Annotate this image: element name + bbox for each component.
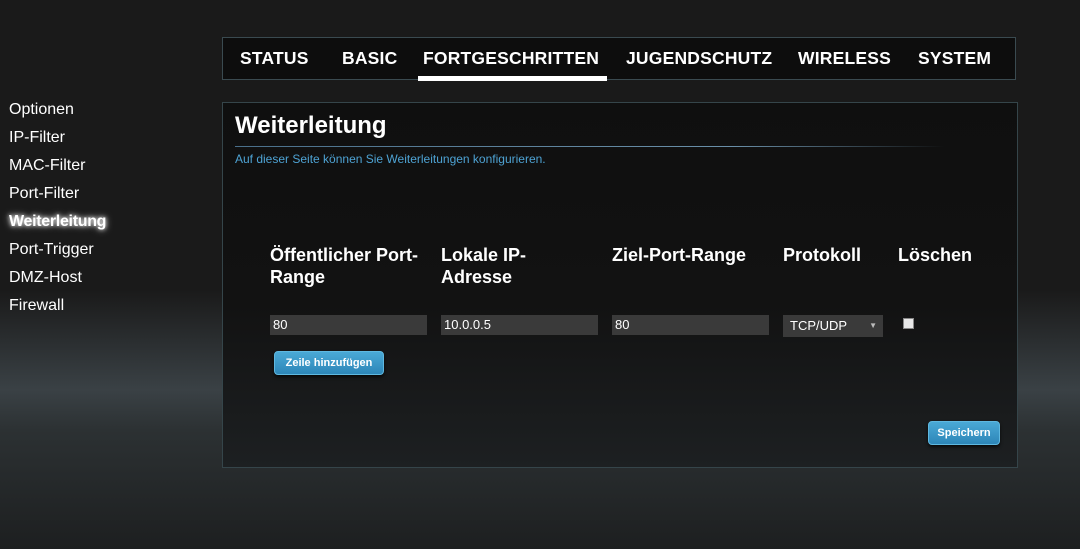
sidebar-item-dmz-host[interactable]: DMZ-Host (9, 267, 106, 295)
save-button[interactable]: Speichern (928, 421, 1000, 445)
tab-basic[interactable]: BASIC (342, 38, 397, 79)
column-header-protocol: Protokoll (783, 245, 862, 265)
column-header-public-port-line2: Range (270, 267, 326, 287)
page-description: Auf dieser Seite können Sie Weiterleitun… (235, 152, 546, 166)
tab-fortgeschritten[interactable]: FORTGESCHRITTEN (417, 38, 608, 81)
column-header-public-port-line1: Öffentlicher Port- (270, 245, 419, 265)
column-header-local-ip-line2: Adresse (441, 267, 513, 287)
sidebar-item-port-filter[interactable]: Port-Filter (9, 183, 106, 211)
content-panel: Weiterleitung Auf dieser Seite können Si… (222, 102, 1018, 468)
add-row-button[interactable]: Zeile hinzufügen (274, 351, 384, 375)
dropdown-arrow-icon: ▼ (869, 321, 877, 330)
column-header-local-ip-line1: Lokale IP- (441, 245, 527, 265)
sidebar-item-firewall[interactable]: Firewall (9, 295, 106, 323)
target-port-input[interactable] (612, 315, 769, 335)
sidebar-item-optionen[interactable]: Optionen (9, 99, 106, 127)
page-title: Weiterleitung (235, 112, 387, 139)
protocol-select[interactable]: TCP/UDP ▼ (783, 315, 883, 337)
column-header-local-ip: Lokale IP- Adresse (441, 244, 526, 288)
sidebar: Optionen IP-Filter MAC-Filter Port-Filte… (9, 99, 106, 323)
top-navigation: STATUS BASIC FORTGESCHRITTEN JUGENDSCHUT… (222, 37, 1016, 81)
sidebar-item-weiterleitung[interactable]: Weiterleitung (9, 211, 106, 239)
sidebar-item-ip-filter[interactable]: IP-Filter (9, 127, 106, 155)
column-header-delete: Löschen (898, 245, 973, 265)
public-port-input[interactable] (270, 315, 427, 335)
title-divider (235, 146, 945, 147)
delete-checkbox[interactable] (903, 318, 914, 329)
sidebar-item-mac-filter[interactable]: MAC-Filter (9, 155, 106, 183)
column-header-target-port: Ziel-Port-Range (612, 245, 747, 265)
column-header-public-port: Öffentlicher Port- Range (270, 244, 418, 288)
local-ip-input[interactable] (441, 315, 598, 335)
tab-system[interactable]: SYSTEM (918, 38, 991, 79)
tab-jugendschutz[interactable]: JUGENDSCHUTZ (626, 38, 772, 79)
tab-status[interactable]: STATUS (240, 38, 309, 79)
tab-wireless[interactable]: WIRELESS (798, 38, 891, 79)
protocol-select-value: TCP/UDP (790, 318, 848, 333)
sidebar-item-port-trigger[interactable]: Port-Trigger (9, 239, 106, 267)
